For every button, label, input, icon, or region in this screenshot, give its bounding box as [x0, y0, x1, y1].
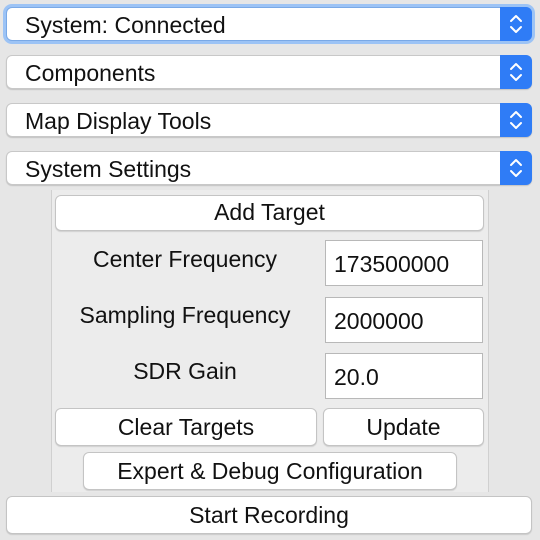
chevron-up-down-icon — [500, 151, 532, 185]
components-dropdown[interactable]: Components — [6, 55, 532, 89]
system-status-label: System: Connected — [25, 12, 226, 38]
expert-debug-configuration-button[interactable]: Expert & Debug Configuration — [83, 452, 457, 490]
clear-targets-button[interactable]: Clear Targets — [55, 408, 317, 446]
system-settings-label: System Settings — [25, 156, 192, 182]
center-frequency-input[interactable]: 173500000 — [325, 240, 483, 286]
system-status-dropdown[interactable]: System: Connected — [6, 7, 532, 41]
center-frequency-label: Center Frequency — [92, 246, 278, 272]
sdr-gain-label: SDR Gain — [133, 358, 237, 384]
chevron-up-down-icon — [500, 7, 532, 41]
components-label: Components — [25, 60, 156, 86]
map-display-tools-label: Map Display Tools — [25, 108, 212, 134]
add-target-button[interactable]: Add Target — [55, 195, 484, 231]
chevron-up-down-icon — [500, 103, 532, 137]
sampling-frequency-label: Sampling Frequency — [79, 302, 291, 328]
map-display-tools-dropdown[interactable]: Map Display Tools — [6, 103, 532, 137]
start-recording-button[interactable]: Start Recording — [6, 496, 532, 534]
chevron-up-down-icon — [500, 55, 532, 89]
update-button[interactable]: Update — [323, 408, 484, 446]
sdr-gain-input[interactable]: 20.0 — [325, 353, 483, 399]
sampling-frequency-input[interactable]: 2000000 — [325, 297, 483, 343]
system-settings-dropdown[interactable]: System Settings — [6, 151, 532, 185]
